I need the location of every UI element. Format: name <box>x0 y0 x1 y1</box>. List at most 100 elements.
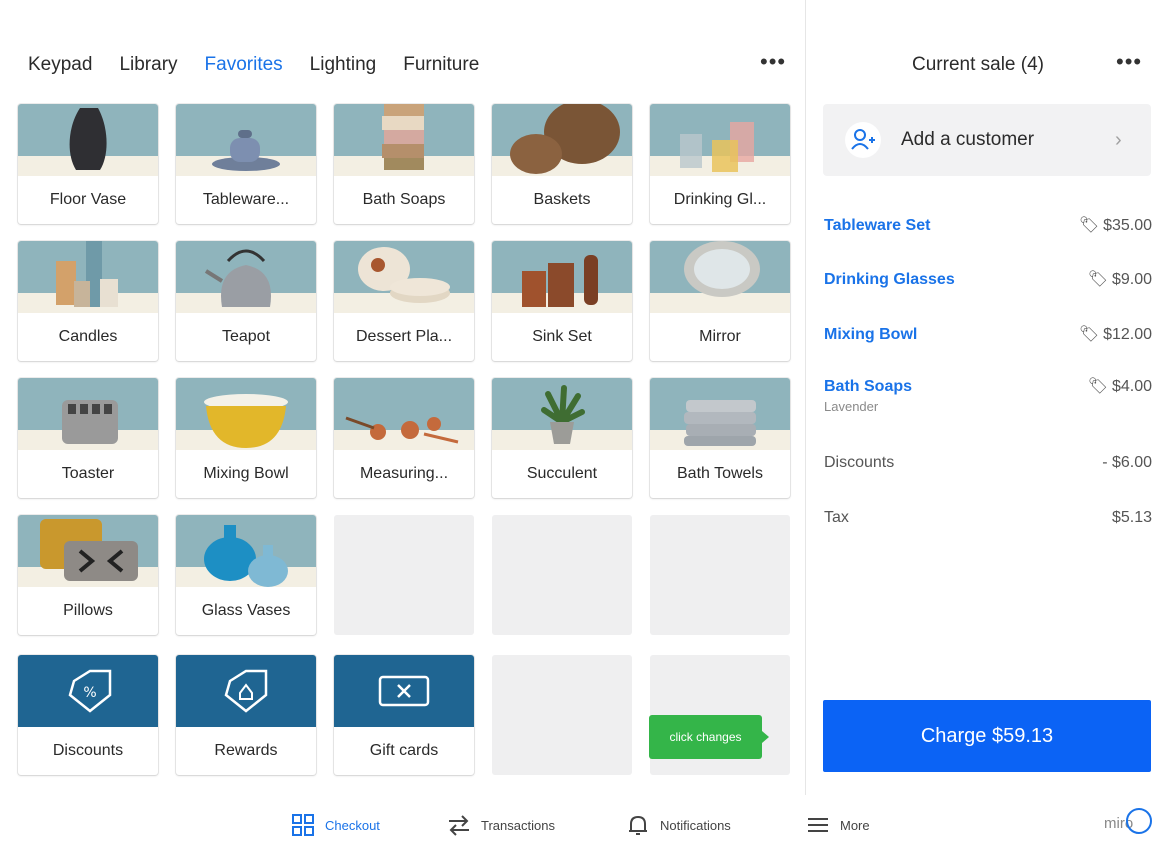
item-tile-drinking-glasses[interactable]: Drinking Gl... <box>650 104 790 224</box>
toaster-image <box>18 378 158 450</box>
item-tile-bath-towels[interactable]: Bath Towels <box>650 378 790 498</box>
drinking-glasses-image <box>650 104 790 176</box>
empty-tile[interactable] <box>650 515 790 635</box>
item-tile-mixing-bowl[interactable]: Mixing Bowl <box>176 378 316 498</box>
bath-soaps-image <box>334 104 474 176</box>
tag-icon: 🏷 <box>1087 378 1108 395</box>
item-tile-sink-set[interactable]: Sink Set <box>492 241 632 361</box>
add-customer-button[interactable]: Add a customer › <box>823 104 1151 176</box>
tab-favorites[interactable]: Favorites <box>205 52 283 80</box>
line-variant: Lavender <box>824 399 879 414</box>
menu-icon <box>808 818 828 832</box>
item-tile-floor-vase[interactable]: Floor Vase <box>18 104 158 224</box>
item-label: Bath Soaps <box>362 191 446 208</box>
library-tabs: Keypad Library Favorites Lighting Furnit… <box>28 52 506 80</box>
rewards-tag-icon <box>224 669 268 713</box>
item-label: Sink Set <box>532 328 592 345</box>
item-label: Mirror <box>699 328 741 345</box>
charge-button[interactable]: Charge $59.13 <box>823 700 1151 772</box>
tooltip[interactable]: click changes <box>649 715 769 759</box>
line-amount: 🏷 $35.00 <box>1078 217 1152 234</box>
nav-checkout[interactable]: Checkout <box>291 813 380 837</box>
pos-app: Keypad Library Favorites Lighting Furnit… <box>0 0 1170 854</box>
bath-towels-image <box>650 378 790 450</box>
nav-label: Notifications <box>660 817 731 833</box>
item-tile-candles[interactable]: Candles <box>18 241 158 361</box>
item-tile-mirror[interactable]: Mirror <box>650 241 790 361</box>
item-tile-baskets[interactable]: Baskets <box>492 104 632 224</box>
nav-label: Checkout <box>325 817 380 833</box>
item-tile-teapot[interactable]: Teapot <box>176 241 316 361</box>
mixing-bowl-image <box>176 378 316 450</box>
baskets-image <box>492 104 632 176</box>
item-tile-bath-soaps[interactable]: Bath Soaps <box>334 104 474 224</box>
item-tile-dessert-plates[interactable]: Dessert Pla... <box>334 241 474 361</box>
nav-more[interactable]: More <box>806 813 870 837</box>
candles-image <box>18 241 158 313</box>
item-label: Glass Vases <box>201 602 291 619</box>
item-label: Baskets <box>533 191 591 208</box>
tag-icon: 🏷 <box>1078 326 1100 343</box>
chevron-right-icon: › <box>1115 129 1122 151</box>
line-amount: 🏷 $9.00 <box>1087 271 1152 288</box>
nav-transactions[interactable]: Transactions <box>447 813 555 837</box>
help-icon[interactable] <box>1126 808 1152 834</box>
empty-tile[interactable] <box>492 655 632 775</box>
item-label: Teapot <box>221 328 271 345</box>
item-label: Bath Towels <box>677 465 763 482</box>
pillows-image <box>18 515 158 587</box>
line-amount: 🏷 $12.00 <box>1078 326 1152 343</box>
empty-tile[interactable] <box>492 515 632 635</box>
teapot-image <box>176 241 316 313</box>
discounts-label: Discounts <box>824 454 895 471</box>
rewards-tile[interactable]: Rewards <box>176 655 316 775</box>
line-name[interactable]: Mixing Bowl <box>824 325 917 345</box>
item-tile-pillows[interactable]: Pillows <box>18 515 158 635</box>
gift-cards-tile[interactable]: Gift cards <box>334 655 474 775</box>
dessert-plates-image <box>334 241 474 313</box>
grid-icon <box>292 814 314 836</box>
glass-vases-image <box>176 515 316 587</box>
tab-furniture[interactable]: Furniture <box>403 52 479 80</box>
swap-arrows-icon <box>449 815 469 836</box>
item-label: Mixing Bowl <box>203 465 289 482</box>
item-grid: Floor Vase Tableware... Bath Soaps Baske… <box>18 104 790 776</box>
sink-set-image <box>492 241 632 313</box>
item-label: Pillows <box>63 602 113 619</box>
line-name[interactable]: Tableware Set <box>824 216 930 236</box>
item-tile-glass-vases[interactable]: Glass Vases <box>176 515 316 635</box>
item-tile-succulent[interactable]: Succulent <box>492 378 632 498</box>
tile-label: Rewards <box>214 742 278 759</box>
item-tile-tableware[interactable]: Tableware... <box>176 104 316 224</box>
tag-icon: 🏷 <box>1078 217 1100 234</box>
line-amount: 🏷 $4.00 <box>1087 378 1152 395</box>
nav-notifications[interactable]: Notifications <box>626 813 731 837</box>
sale-line[interactable]: Bath Soaps 🏷 $4.00 Lavender <box>824 377 1152 419</box>
item-label: Candles <box>58 328 118 345</box>
item-label: Floor Vase <box>49 191 127 208</box>
tag-icon: 🏷 <box>1087 271 1108 288</box>
more-options-icon[interactable]: ••• <box>760 51 786 73</box>
item-label: Drinking Gl... <box>673 191 767 208</box>
line-name[interactable]: Drinking Glasses <box>824 270 955 290</box>
mirror-image <box>650 241 790 313</box>
tab-lighting[interactable]: Lighting <box>310 52 377 80</box>
tile-label: Gift cards <box>369 742 439 759</box>
item-label: Succulent <box>526 465 598 482</box>
gift-card-icon <box>378 675 430 707</box>
tableware-image <box>176 104 316 176</box>
nav-label: More <box>840 817 870 833</box>
tab-keypad[interactable]: Keypad <box>28 52 92 80</box>
tile-label: Discounts <box>52 742 124 759</box>
empty-tile[interactable] <box>334 515 474 635</box>
sale-more-options-icon[interactable]: ••• <box>1116 51 1142 73</box>
succulent-image <box>492 378 632 450</box>
item-tile-measuring[interactable]: Measuring... <box>334 378 474 498</box>
tab-library[interactable]: Library <box>119 52 177 80</box>
floor-vase-image <box>18 104 158 176</box>
bell-icon <box>629 815 647 835</box>
item-tile-toaster[interactable]: Toaster <box>18 378 158 498</box>
panel-divider <box>805 0 806 795</box>
discounts-tile[interactable]: % Discounts <box>18 655 158 775</box>
line-name[interactable]: Bath Soaps <box>824 377 912 397</box>
